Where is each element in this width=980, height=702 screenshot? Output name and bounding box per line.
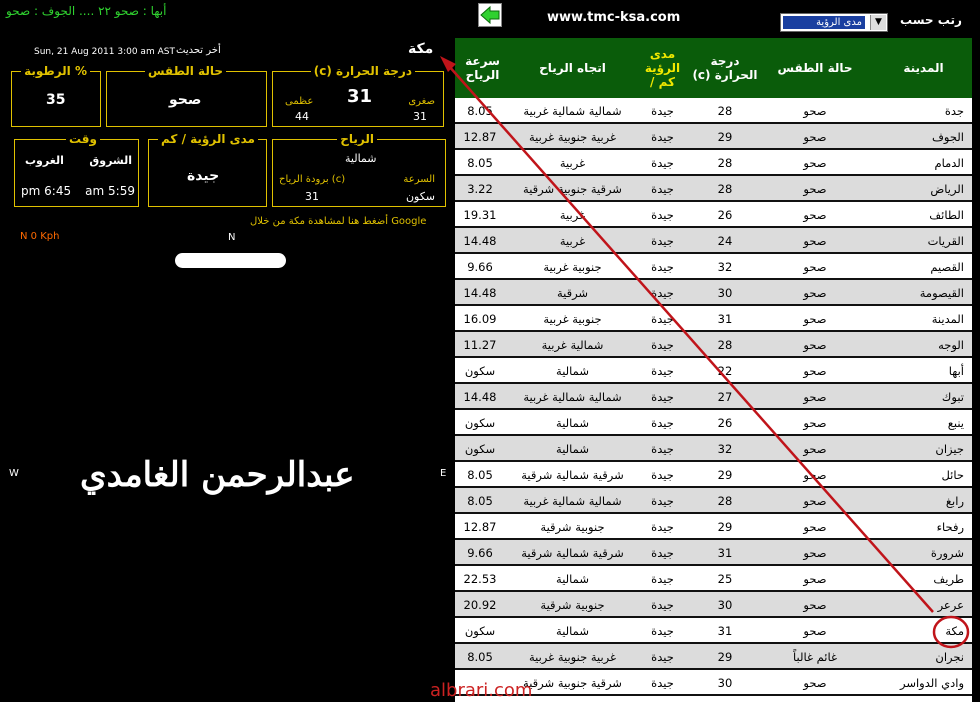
annotation-circle	[932, 615, 970, 649]
annotation-arrow-line	[447, 64, 934, 613]
annotation-layer	[440, 56, 970, 649]
